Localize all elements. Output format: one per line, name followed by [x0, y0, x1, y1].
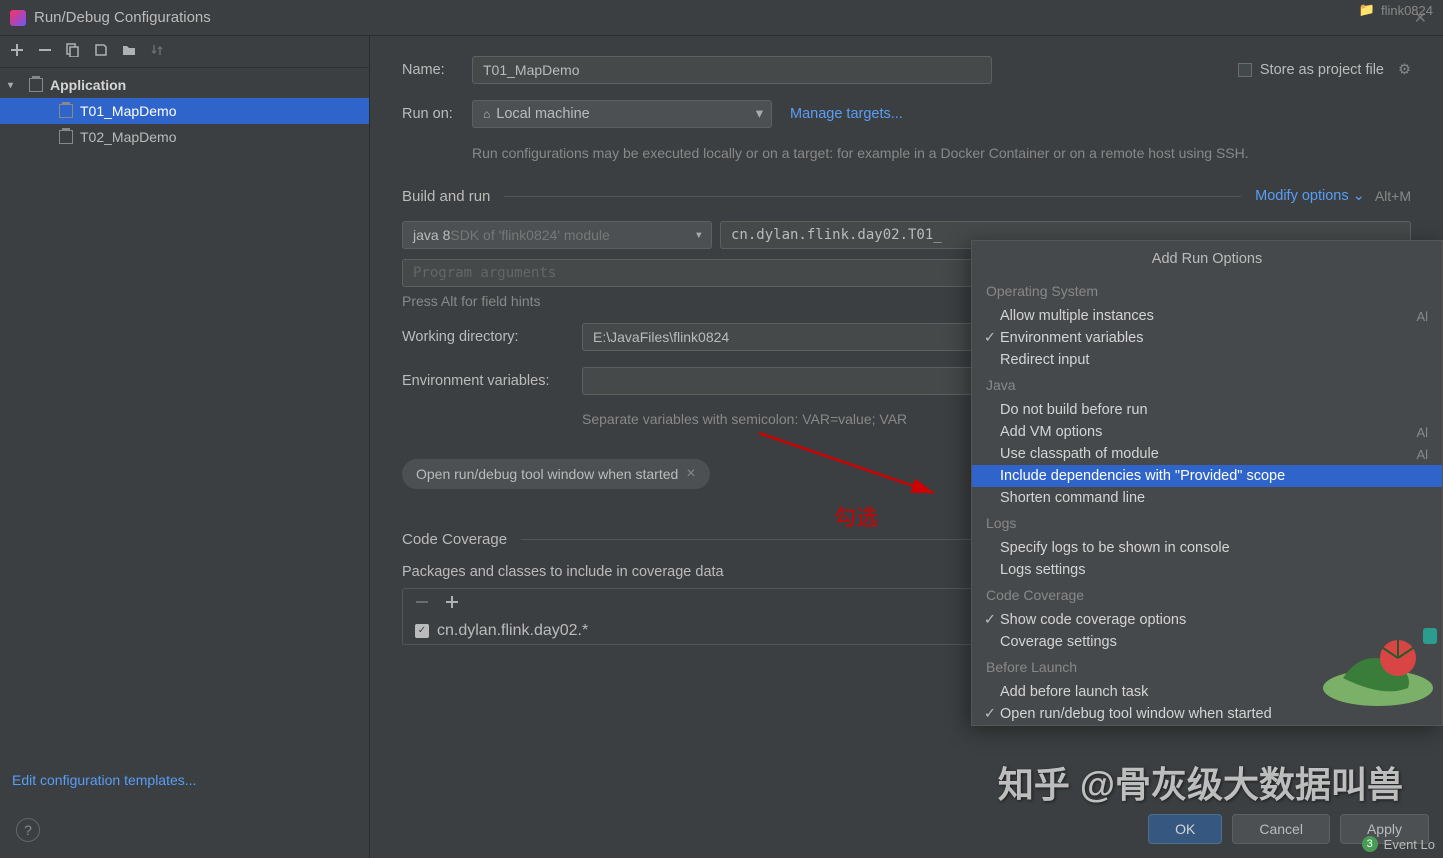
name-label: Name:: [402, 62, 472, 78]
popup-item-label: Do not build before run: [1000, 402, 1428, 418]
popup-item-label: Include dependencies with "Provided" sco…: [1000, 468, 1428, 484]
home-icon: ⌂: [483, 107, 490, 121]
modify-options-link[interactable]: Modify options ⌄: [1255, 188, 1365, 204]
background-tab: 📁 flink0824: [1349, 0, 1443, 20]
popup-item[interactable]: ✓Environment variables: [972, 327, 1442, 349]
gear-icon[interactable]: ⚙: [1398, 62, 1411, 78]
copy-icon[interactable]: [66, 43, 80, 60]
run-on-select[interactable]: ⌂ Local machine: [472, 100, 772, 128]
manage-targets-link[interactable]: Manage targets...: [790, 106, 903, 122]
tree-item-t02[interactable]: T02_MapDemo: [0, 124, 369, 150]
folder-icon[interactable]: [122, 43, 136, 60]
popup-group-header: Logs: [972, 509, 1442, 537]
popup-item-label: Open run/debug tool window when started: [1000, 706, 1428, 722]
coverage-remove-icon[interactable]: [415, 595, 429, 612]
open-tool-window-chip: Open run/debug tool window when started …: [402, 459, 710, 489]
popup-item-label: Logs settings: [1000, 562, 1428, 578]
application-type-icon: [29, 78, 43, 92]
folder-icon: 📁: [1359, 2, 1375, 18]
popup-item-shortcut: Al: [1416, 425, 1428, 440]
popup-item-label: Show code coverage options: [1000, 612, 1428, 628]
popup-item[interactable]: Add VM optionsAl: [972, 421, 1442, 443]
tree-root-application[interactable]: ▾ Application: [0, 72, 369, 98]
check-icon: ✓: [980, 706, 1000, 722]
check-icon: ✓: [980, 330, 1000, 346]
popup-item-label: Add before launch task: [1000, 684, 1428, 700]
popup-item-label: Coverage settings: [1000, 634, 1428, 650]
edit-templates-link[interactable]: Edit configuration templates...: [12, 772, 196, 788]
store-project-label: Store as project file: [1260, 62, 1384, 78]
sdk-select[interactable]: java 8 SDK of 'flink0824' module: [402, 221, 712, 249]
application-icon: [59, 130, 73, 144]
cancel-button[interactable]: Cancel: [1232, 814, 1330, 844]
popup-item[interactable]: Shorten command line: [972, 487, 1442, 509]
run-on-label: Run on:: [402, 106, 472, 122]
code-coverage-header: Code Coverage: [402, 531, 507, 548]
help-icon[interactable]: ?: [16, 818, 40, 842]
run-on-hint: Run configurations may be executed local…: [472, 144, 1411, 164]
sort-icon[interactable]: [150, 43, 164, 60]
modify-shortcut: Alt+M: [1375, 188, 1411, 204]
chip-remove-icon[interactable]: ×: [686, 465, 695, 483]
popup-item[interactable]: Logs settings: [972, 559, 1442, 581]
popup-group-header: Operating System: [972, 277, 1442, 305]
popup-item[interactable]: Do not build before run: [972, 399, 1442, 421]
popup-item-label: Environment variables: [1000, 330, 1428, 346]
add-icon[interactable]: [10, 43, 24, 60]
config-sidebar: ▾ Application T01_MapDemo T02_MapDemo Ed…: [0, 36, 370, 858]
coverage-add-icon[interactable]: [445, 595, 459, 612]
popup-item[interactable]: Add before launch task: [972, 681, 1442, 703]
remove-icon[interactable]: [38, 43, 52, 60]
build-run-header: Build and run: [402, 188, 490, 205]
sidebar-toolbar: [0, 36, 369, 68]
expand-icon[interactable]: ▾: [8, 80, 22, 91]
chevron-down-icon: ⌄: [1353, 188, 1365, 204]
check-icon[interactable]: ✓: [415, 624, 429, 638]
application-icon: [59, 104, 73, 118]
event-log[interactable]: 3 Event Lo: [1362, 836, 1435, 852]
popup-title: Add Run Options: [972, 241, 1442, 277]
name-input[interactable]: [472, 56, 992, 84]
popup-item[interactable]: Allow multiple instancesAl: [972, 305, 1442, 327]
popup-group-header: Code Coverage: [972, 581, 1442, 609]
popup-item[interactable]: Redirect input: [972, 349, 1442, 371]
popup-item[interactable]: Use classpath of moduleAl: [972, 443, 1442, 465]
popup-item[interactable]: Coverage settings: [972, 631, 1442, 653]
intellij-icon: [10, 10, 26, 26]
working-dir-label: Working directory:: [402, 329, 582, 345]
tree-item-t01[interactable]: T01_MapDemo: [0, 98, 369, 124]
env-label: Environment variables:: [402, 373, 582, 389]
dialog-title: Run/Debug Configurations: [34, 9, 1408, 26]
popup-item[interactable]: Specify logs to be shown in console: [972, 537, 1442, 559]
popup-item-label: Redirect input: [1000, 352, 1428, 368]
popup-item-label: Allow multiple instances: [1000, 308, 1416, 324]
ok-button[interactable]: OK: [1148, 814, 1222, 844]
save-icon[interactable]: [94, 43, 108, 60]
check-icon: ✓: [980, 612, 1000, 628]
store-project-checkbox[interactable]: [1238, 63, 1252, 77]
popup-item[interactable]: ✓Show code coverage options: [972, 609, 1442, 631]
titlebar: Run/Debug Configurations ✕: [0, 0, 1443, 36]
popup-item[interactable]: ✓Open run/debug tool window when started: [972, 703, 1442, 725]
popup-item-label: Specify logs to be shown in console: [1000, 540, 1428, 556]
popup-item-shortcut: Al: [1416, 309, 1428, 324]
popup-item[interactable]: Include dependencies with "Provided" sco…: [972, 465, 1442, 487]
popup-item-label: Add VM options: [1000, 424, 1416, 440]
popup-group-header: Java: [972, 371, 1442, 399]
popup-item-shortcut: Al: [1416, 447, 1428, 462]
add-run-options-popup: Add Run Options Operating SystemAllow mu…: [971, 240, 1443, 726]
event-badge: 3: [1362, 836, 1378, 852]
popup-item-label: Shorten command line: [1000, 490, 1428, 506]
popup-item-label: Use classpath of module: [1000, 446, 1416, 462]
popup-group-header: Before Launch: [972, 653, 1442, 681]
